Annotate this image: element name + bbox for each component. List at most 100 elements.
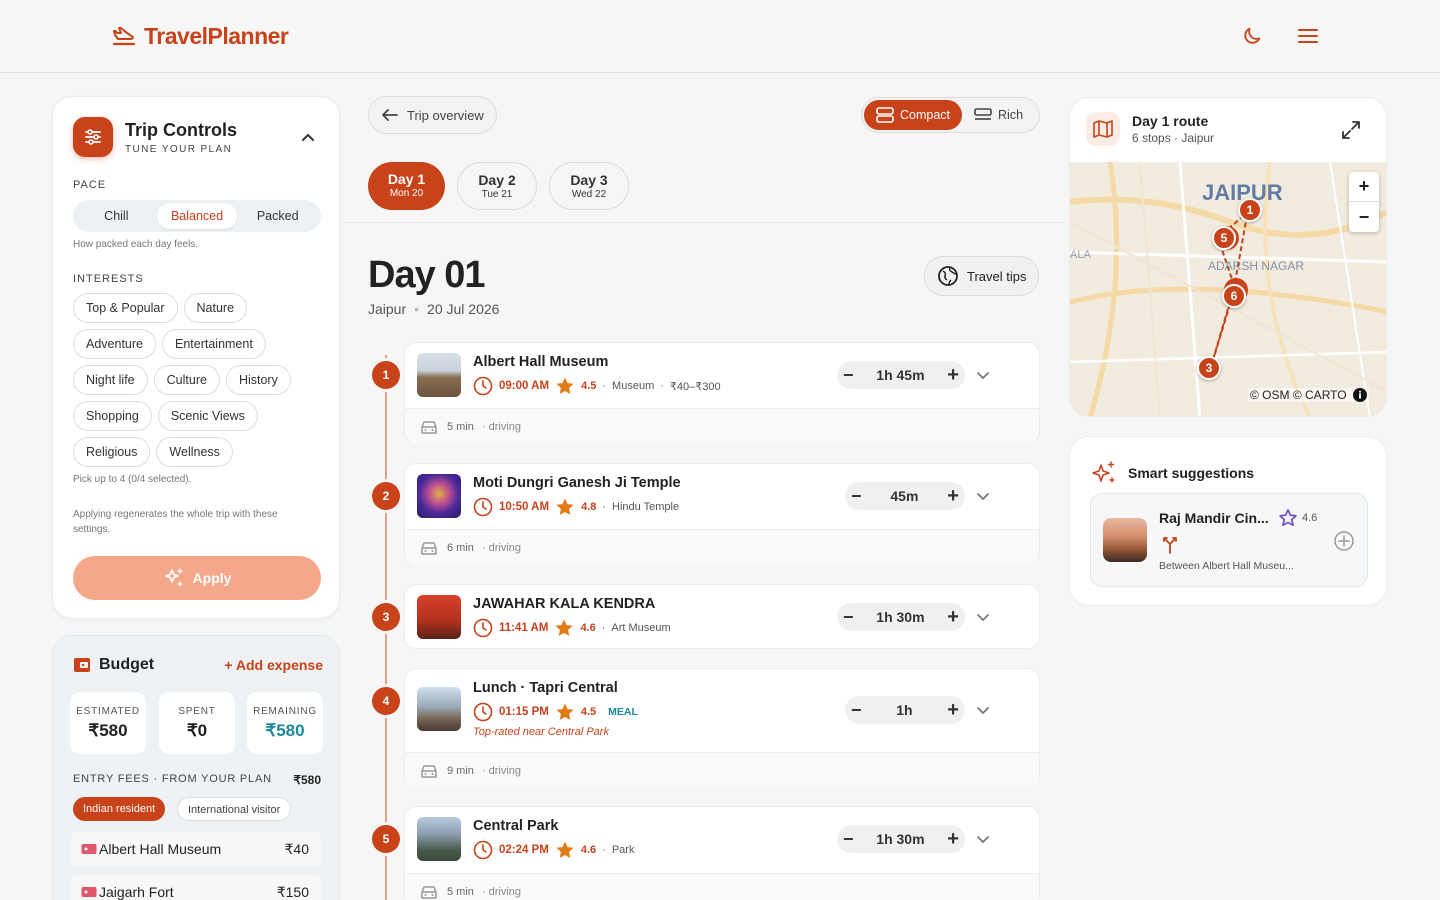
stat-remaining: REMAINING ₹580	[247, 692, 323, 754]
expand-map-button[interactable]	[1341, 120, 1361, 145]
chevron-down-icon	[977, 836, 989, 844]
map-view[interactable]: JAIPUR ADARSH NAGAR ALA 1 5 6 3 + − © OS…	[1070, 162, 1386, 416]
clock-icon	[473, 497, 493, 517]
app-name: TravelPlanner	[144, 23, 289, 49]
dark-mode-toggle[interactable]	[1240, 24, 1264, 48]
zoom-out-button[interactable]: −	[1349, 202, 1379, 232]
expand-stop-button[interactable]	[976, 368, 990, 386]
interest-chip[interactable]: Wellness	[156, 437, 233, 467]
stop-time: 02:24 PM	[499, 844, 549, 856]
interest-chip[interactable]: Shopping	[73, 401, 152, 431]
menu-button[interactable]	[1296, 24, 1320, 48]
stop-card[interactable]: JAWAHAR KALA KENDRA 11:41 AM 4.6 · Art M…	[404, 584, 1040, 649]
info-icon[interactable]	[1352, 388, 1367, 402]
view-compact-button[interactable]: Compact	[864, 100, 963, 130]
day-tab-2[interactable]: Day 2 Tue 21	[457, 162, 537, 210]
expand-stop-button[interactable]	[976, 489, 990, 507]
stop-card[interactable]: Lunch · Tapri Central 01:15 PM 4.5 MEAL …	[404, 668, 1040, 788]
stop-meta: 10:50 AM 4.8 · Hindu Temple	[473, 497, 679, 517]
duration-stepper: − 1h 45m +	[837, 361, 965, 389]
increase-duration-button[interactable]: +	[947, 699, 959, 722]
app-logo[interactable]: TravelPlanner	[112, 23, 289, 50]
fee-row: Jaigarh Fort ₹150	[71, 875, 321, 900]
interest-chip[interactable]: Religious	[73, 437, 151, 467]
stop-card[interactable]: Albert Hall Museum 09:00 AM 4.5 · Museum…	[404, 342, 1040, 444]
travel-tips-button[interactable]: Travel tips	[924, 256, 1040, 296]
apply-button[interactable]: Apply	[73, 556, 321, 600]
view-rich-button[interactable]: Rich	[962, 100, 1035, 130]
add-expense-button[interactable]: + Add expense	[224, 657, 323, 673]
interest-chip[interactable]: History	[225, 365, 291, 395]
day-city: Jaipur	[368, 301, 407, 317]
map-marker[interactable]: 1	[1238, 198, 1262, 222]
duration-stepper: − 1h +	[845, 696, 965, 724]
zoom-in-button[interactable]: +	[1349, 172, 1379, 202]
suggestions-title: Smart suggestions	[1128, 465, 1255, 481]
stop-category: Museum	[612, 380, 655, 392]
interest-chip[interactable]: Night life	[73, 365, 148, 395]
stop-number: 3	[372, 603, 400, 631]
collapse-button[interactable]	[301, 129, 315, 147]
apply-label: Apply	[192, 570, 232, 586]
suggestion-rating: 4.6	[1302, 512, 1318, 524]
suggestion-thumbnail	[1103, 518, 1147, 562]
add-circle-icon[interactable]	[1333, 530, 1355, 552]
suggestion-item[interactable]: Raj Mandir Cin... 4.6 Between Albert Hal…	[1090, 493, 1368, 587]
stat-value: ₹580	[265, 721, 305, 740]
pace-option-packed[interactable]: Packed	[237, 203, 318, 229]
attribution-text: © OSM © CARTO	[1250, 388, 1347, 402]
decrease-duration-button[interactable]: −	[843, 607, 854, 628]
expand-stop-button[interactable]	[976, 610, 990, 628]
decrease-duration-button[interactable]: −	[843, 829, 854, 850]
duration-stepper: − 45m +	[845, 482, 965, 510]
drive-segment: 5 min · driving	[405, 873, 1039, 900]
moon-icon	[1244, 27, 1261, 44]
expand-stop-button[interactable]	[976, 703, 990, 721]
pace-option-chill[interactable]: Chill	[76, 203, 157, 229]
arrow-left-icon	[382, 109, 398, 121]
map-marker[interactable]: 3	[1197, 356, 1221, 380]
visitor-toggle-international[interactable]: International visitor	[177, 797, 292, 821]
increase-duration-button[interactable]: +	[947, 828, 959, 851]
stop-name: Central Park	[473, 818, 559, 834]
interest-chips: Top & Popular Nature Adventure Entertain…	[73, 293, 323, 467]
decrease-duration-button[interactable]: −	[851, 700, 862, 721]
view-mode-toggle: Compact Rich	[861, 97, 1040, 133]
interest-chip[interactable]: Top & Popular	[73, 293, 178, 323]
visitor-toggle-indian[interactable]: Indian resident	[73, 797, 166, 821]
suggestion-name: Raj Mandir Cin...	[1159, 510, 1269, 526]
suggestions-header: Smart suggestions	[1090, 459, 1254, 487]
stop-card[interactable]: Central Park 02:24 PM 4.6 · Park − 1h 30…	[404, 806, 1040, 900]
increase-duration-button[interactable]: +	[947, 485, 959, 508]
fee-amount: ₹40	[284, 840, 309, 857]
increase-duration-button[interactable]: +	[947, 606, 959, 629]
sparkle-icon	[164, 568, 183, 587]
decrease-duration-button[interactable]: −	[851, 486, 862, 507]
stop-card[interactable]: Moti Dungri Ganesh Ji Temple 10:50 AM 4.…	[404, 463, 1040, 565]
interest-chip[interactable]: Entertainment	[161, 329, 266, 359]
interest-chip[interactable]: Culture	[153, 365, 220, 395]
day-tab-1[interactable]: Day 1 Mon 20	[368, 162, 445, 210]
pace-option-balanced[interactable]: Balanced	[156, 203, 238, 229]
trip-overview-button[interactable]: Trip overview	[368, 96, 497, 134]
fee-name: Jaigarh Fort	[99, 884, 174, 900]
interest-chip[interactable]: Scenic Views	[157, 401, 258, 431]
map-marker[interactable]: 5	[1212, 226, 1236, 250]
duration-value: 1h	[896, 702, 913, 718]
map-marker[interactable]: 6	[1222, 284, 1246, 308]
increase-duration-button[interactable]: +	[947, 364, 959, 387]
expand-stop-button[interactable]	[976, 832, 990, 850]
interest-chip[interactable]: Nature	[183, 293, 248, 323]
ticket-icon	[81, 887, 97, 897]
interest-chip[interactable]: Adventure	[73, 329, 156, 359]
star-icon	[556, 703, 574, 720]
stat-estimated: ESTIMATED ₹580	[70, 692, 146, 754]
day-tab-3[interactable]: Day 3 Wed 22	[549, 162, 629, 210]
stop-time: 10:50 AM	[499, 501, 550, 513]
decrease-duration-button[interactable]: −	[843, 365, 854, 386]
chevron-down-icon	[977, 614, 989, 622]
pace-selector: Chill Balanced Packed	[73, 200, 321, 232]
map-edge-label: ALA	[1070, 249, 1091, 261]
wallet-icon	[74, 658, 90, 672]
day-subtitle: Jaipur • 20 Jul 2026	[368, 301, 499, 317]
